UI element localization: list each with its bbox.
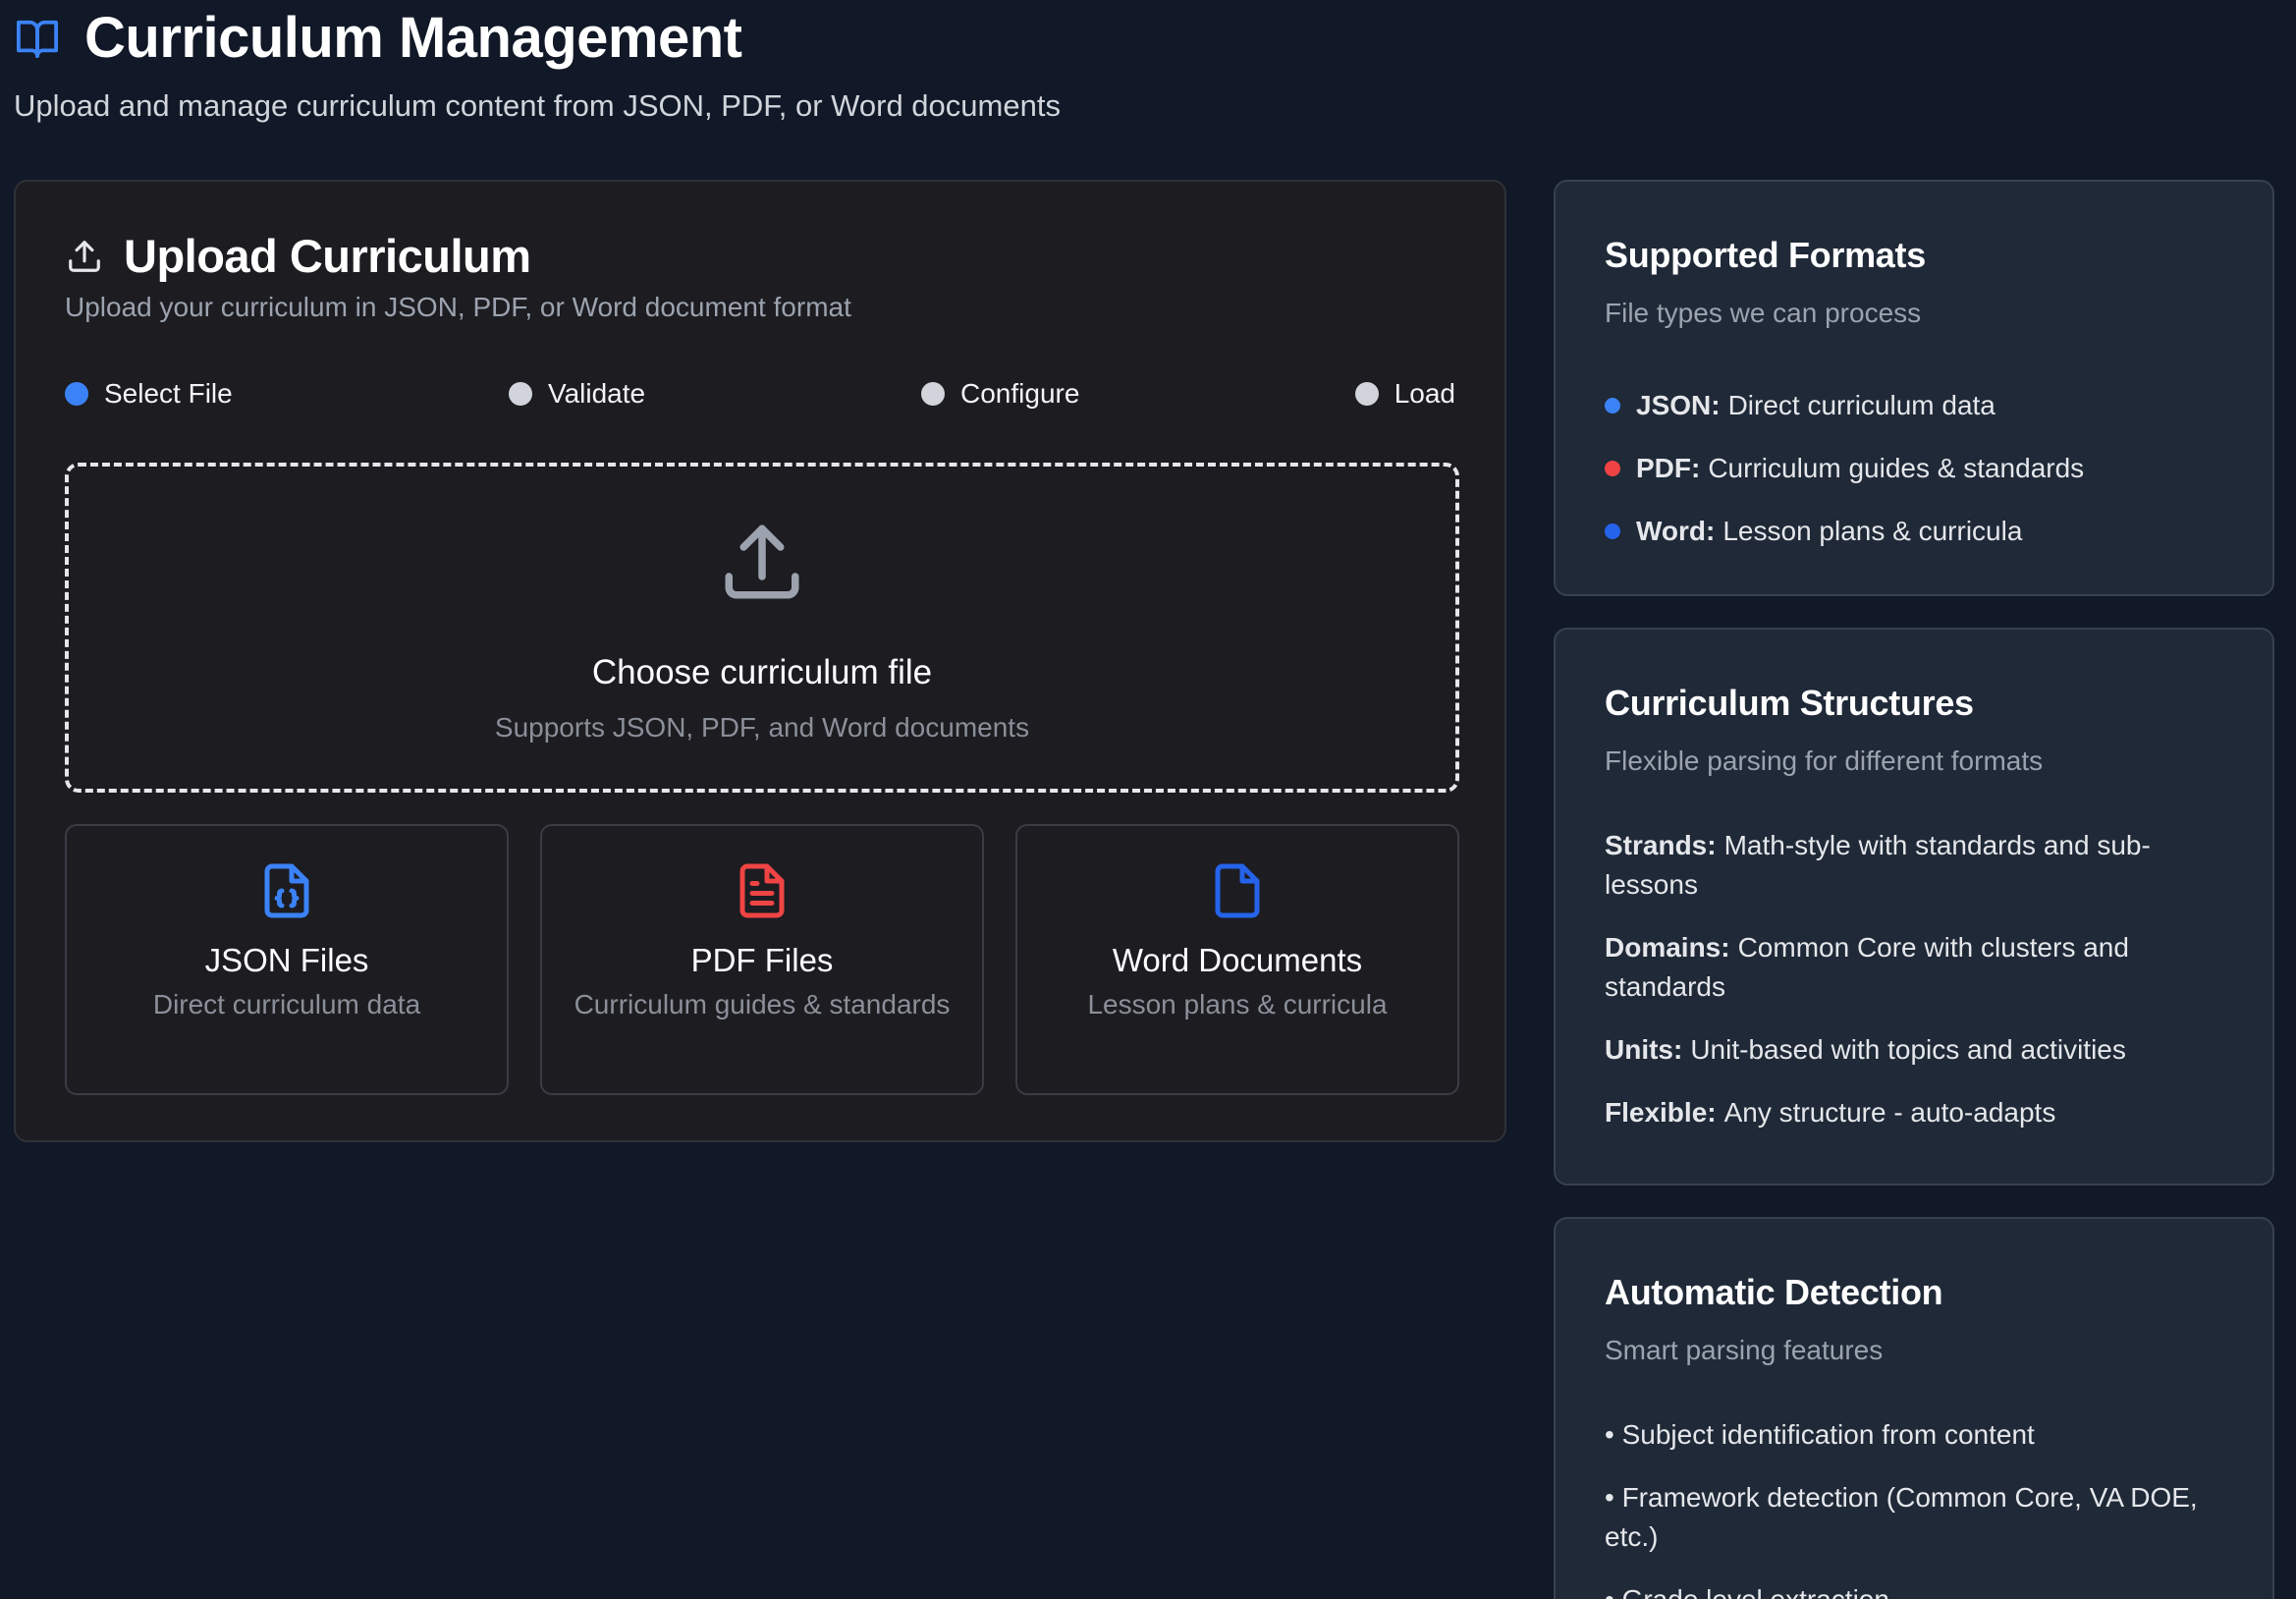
- step-select-file: Select File: [65, 378, 233, 410]
- step-indicator-active: [65, 382, 88, 406]
- detection-item: • Framework detection (Common Core, VA D…: [1605, 1482, 2198, 1552]
- page-subtitle: Upload and manage curriculum content fro…: [14, 88, 1061, 123]
- step-load: Load: [1354, 378, 1455, 410]
- format-label: JSON:: [1636, 390, 1721, 420]
- book-open-icon: [14, 14, 61, 61]
- step-indicator: [921, 382, 945, 406]
- format-text: Curriculum guides & standards: [1708, 453, 2085, 483]
- card-title: Automatic Detection: [1605, 1272, 1943, 1312]
- structure-item-flexible: Flexible: Any structure - auto-adapts: [1605, 1093, 2214, 1132]
- step-indicator: [509, 382, 532, 406]
- step-label: Select File: [104, 378, 233, 409]
- upload-description: Upload your curriculum in JSON, PDF, or …: [65, 292, 851, 322]
- structure-label: Strands:: [1605, 830, 1717, 860]
- bullet-dot: [1605, 524, 1620, 539]
- structure-item-units: Units: Unit-based with topics and activit…: [1605, 1030, 2214, 1070]
- format-item-pdf: PDF: Curriculum guides & standards: [1605, 437, 2243, 500]
- structure-item-domains: Domains: Common Core with clusters and st…: [1605, 928, 2214, 1007]
- detection-item: • Grade level extraction: [1605, 1580, 2223, 1599]
- step-label: Validate: [548, 378, 646, 409]
- file-type-subtitle: Direct curriculum data: [152, 989, 421, 1020]
- upload-steps: Select File Validate Configure Load: [65, 378, 1455, 417]
- automatic-detection-card: Automatic Detection Smart parsing featur…: [1554, 1217, 2274, 1599]
- card-title: Supported Formats: [1605, 235, 1926, 275]
- format-item-word: Word: Lesson plans & curricula: [1605, 500, 2243, 563]
- format-label: Word:: [1636, 516, 1716, 546]
- upload-arrow-icon: [718, 518, 806, 606]
- format-text: Direct curriculum data: [1727, 390, 1995, 420]
- file-dropzone[interactable]: Choose curriculum file Supports JSON, PD…: [65, 463, 1459, 793]
- dropzone-title: Choose curriculum file: [591, 653, 933, 691]
- file-type-subtitle: Curriculum guides & standards: [574, 989, 951, 1020]
- format-item-json: JSON: Direct curriculum data: [1605, 374, 2243, 437]
- file-text-icon: [733, 859, 792, 922]
- file-type-cards: JSON Files Direct curriculum data PDF Fi…: [65, 824, 1459, 1095]
- upload-card-header: Upload Curriculum: [65, 229, 531, 283]
- step-label: Configure: [960, 378, 1080, 409]
- step-validate: Validate: [509, 378, 645, 410]
- file-type-title: PDF Files: [690, 942, 834, 978]
- upload-title: Upload Curriculum: [124, 230, 531, 282]
- structure-list: Strands: Math-style with standards and su…: [1605, 826, 2214, 1156]
- page-title: Curriculum Management: [84, 5, 742, 70]
- bullet-dot: [1605, 461, 1620, 476]
- card-subtitle: Smart parsing features: [1605, 1335, 1884, 1365]
- bullet-dot: [1605, 398, 1620, 414]
- detection-list: • Subject identification from content • …: [1605, 1415, 2223, 1599]
- step-configure: Configure: [921, 378, 1079, 410]
- upload-card: Upload Curriculum Upload your curriculum…: [14, 180, 1506, 1142]
- detection-item: • Subject identification from content: [1605, 1419, 2035, 1450]
- format-text: Lesson plans & curricula: [1722, 516, 2023, 546]
- file-icon: [1208, 859, 1267, 922]
- card-subtitle: File types we can process: [1605, 298, 1922, 328]
- upload-icon: [65, 237, 104, 276]
- structure-label: Flexible:: [1605, 1097, 1717, 1128]
- step-indicator: [1354, 382, 1379, 406]
- word-documents-card: Word Documents Lesson plans & curricula: [1015, 824, 1459, 1095]
- dropzone-subtitle: Supports JSON, PDF, and Word documents: [494, 712, 1030, 743]
- structure-text: Unit-based with topics and activities: [1690, 1034, 2126, 1065]
- structure-label: Units:: [1605, 1034, 1683, 1065]
- file-type-title: Word Documents: [1112, 942, 1363, 978]
- supported-formats-card: Supported Formats File types we can proc…: [1554, 180, 2274, 596]
- file-json-icon: [257, 859, 316, 922]
- format-label: PDF:: [1636, 453, 1701, 483]
- structure-item-strands: Strands: Math-style with standards and su…: [1605, 826, 2214, 905]
- card-subtitle: Flexible parsing for different formats: [1605, 745, 2044, 776]
- card-title: Curriculum Structures: [1605, 683, 1974, 723]
- file-type-title: JSON Files: [204, 942, 369, 978]
- file-type-subtitle: Lesson plans & curricula: [1087, 989, 1388, 1020]
- structure-label: Domains:: [1605, 932, 1730, 963]
- pdf-files-card: PDF Files Curriculum guides & standards: [540, 824, 984, 1095]
- page: Curriculum Management Upload and manage …: [0, 0, 2296, 1599]
- structure-text: Any structure - auto-adapts: [1723, 1097, 2056, 1128]
- header: Curriculum Management: [14, 0, 742, 75]
- json-files-card: JSON Files Direct curriculum data: [65, 824, 509, 1095]
- curriculum-structures-card: Curriculum Structures Flexible parsing f…: [1554, 628, 2274, 1185]
- format-list: JSON: Direct curriculum data PDF: Curric…: [1605, 374, 2243, 563]
- step-label: Load: [1394, 378, 1455, 409]
